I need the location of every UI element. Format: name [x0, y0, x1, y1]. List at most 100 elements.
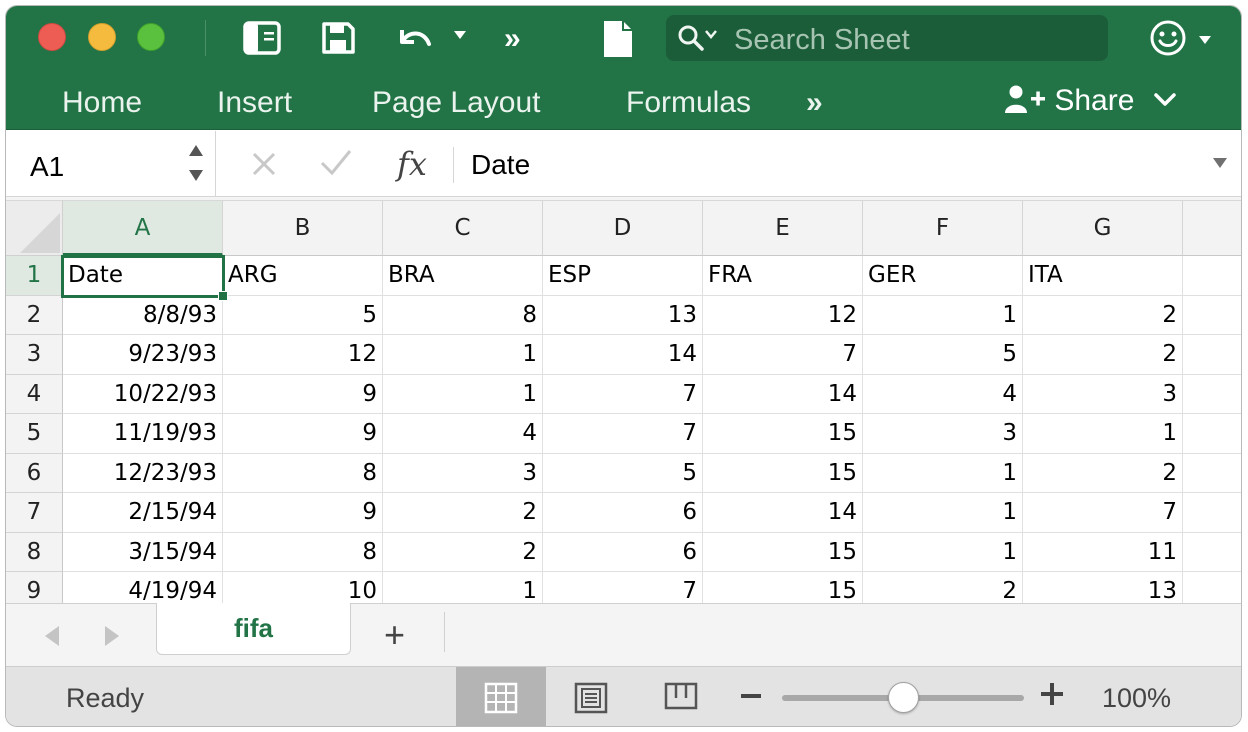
search-options-chevron-icon[interactable]: [704, 23, 718, 44]
share-button[interactable]: Share: [1004, 84, 1177, 118]
cell-g5[interactable]: 1: [1023, 414, 1183, 454]
cell-d7[interactable]: 6: [543, 493, 703, 533]
column-header-g[interactable]: G: [1023, 201, 1183, 256]
row-header-9[interactable]: 9: [6, 572, 63, 603]
cell-b9[interactable]: 10: [223, 572, 383, 603]
cell-c2[interactable]: 8: [383, 295, 543, 335]
add-sheet-button[interactable]: +: [384, 614, 405, 656]
zoom-level[interactable]: 100%: [1102, 683, 1171, 714]
cell-e2[interactable]: 12: [703, 295, 863, 335]
cell-c8[interactable]: 2: [383, 532, 543, 572]
document-icon[interactable]: [601, 18, 635, 65]
tab-page-layout[interactable]: Page Layout: [372, 86, 540, 120]
row-header-1[interactable]: 1: [6, 256, 63, 296]
feedback-smiley-icon[interactable]: [1148, 18, 1188, 63]
column-header-empty[interactable]: [1183, 201, 1241, 256]
cell-empty[interactable]: [1183, 533, 1241, 572]
confirm-edit-icon[interactable]: [319, 147, 353, 185]
column-header-d[interactable]: D: [543, 201, 703, 256]
cell-a2[interactable]: 8/8/93: [63, 295, 223, 335]
column-header-f[interactable]: F: [863, 201, 1023, 256]
cell-d5[interactable]: 7: [543, 414, 703, 454]
row-header-2[interactable]: 2: [6, 295, 63, 335]
close-window-button[interactable]: [38, 23, 66, 51]
cell-c7[interactable]: 2: [383, 493, 543, 533]
sidebar-toggle-icon[interactable]: [242, 20, 282, 61]
insert-function-icon[interactable]: fx: [397, 145, 427, 183]
cell-d1[interactable]: ESP: [543, 256, 703, 296]
cell-c6[interactable]: 3: [383, 453, 543, 493]
cell-f9[interactable]: 2: [863, 572, 1023, 603]
cancel-edit-icon[interactable]: [249, 149, 279, 187]
cell-a6[interactable]: 12/23/93: [63, 453, 223, 493]
row-header-6[interactable]: 6: [6, 453, 63, 493]
column-header-c[interactable]: C: [383, 201, 543, 256]
expand-formula-bar-icon[interactable]: [1211, 153, 1229, 176]
select-all-corner[interactable]: [6, 201, 63, 256]
cell-empty[interactable]: [1183, 414, 1241, 454]
cell-empty[interactable]: [1183, 256, 1241, 296]
cell-g6[interactable]: 2: [1023, 453, 1183, 493]
cell-g3[interactable]: 2: [1023, 335, 1183, 375]
next-sheet-icon[interactable]: [102, 624, 122, 654]
page-layout-view-button[interactable]: [546, 667, 636, 726]
cell-c1[interactable]: BRA: [383, 256, 543, 296]
row-header-5[interactable]: 5: [6, 414, 63, 454]
cell-b8[interactable]: 8: [223, 532, 383, 572]
cell-a3[interactable]: 9/23/93: [63, 335, 223, 375]
cell-empty[interactable]: [1183, 335, 1241, 375]
cell-c5[interactable]: 4: [383, 414, 543, 454]
cell-g8[interactable]: 11: [1023, 532, 1183, 572]
column-header-e[interactable]: E: [703, 201, 863, 256]
cell-d4[interactable]: 7: [543, 374, 703, 414]
cell-e9[interactable]: 15: [703, 572, 863, 603]
previous-sheet-icon[interactable]: [42, 624, 62, 654]
cell-e3[interactable]: 7: [703, 335, 863, 375]
formula-input[interactable]: Date: [471, 149, 530, 181]
tab-insert[interactable]: Insert: [217, 86, 292, 120]
more-toolbar-icon[interactable]: »: [504, 22, 521, 56]
tab-formulas[interactable]: Formulas: [626, 86, 751, 120]
cell-e5[interactable]: 15: [703, 414, 863, 454]
name-box[interactable]: A1: [6, 131, 216, 197]
cell-a1[interactable]: Date: [63, 256, 223, 296]
row-header-8[interactable]: 8: [6, 532, 63, 572]
cell-f3[interactable]: 5: [863, 335, 1023, 375]
cell-b2[interactable]: 5: [223, 295, 383, 335]
cell-f7[interactable]: 1: [863, 493, 1023, 533]
cell-b1[interactable]: ARG: [223, 256, 383, 296]
cell-empty[interactable]: [1183, 572, 1241, 603]
cell-f8[interactable]: 1: [863, 532, 1023, 572]
cell-d3[interactable]: 14: [543, 335, 703, 375]
row-header-3[interactable]: 3: [6, 335, 63, 375]
normal-view-button[interactable]: [456, 667, 546, 726]
search-sheet-field[interactable]: Search Sheet: [666, 15, 1108, 61]
zoom-slider-handle[interactable]: [888, 682, 919, 713]
cell-g1[interactable]: ITA: [1023, 256, 1183, 296]
cell-g7[interactable]: 7: [1023, 493, 1183, 533]
cell-c3[interactable]: 1: [383, 335, 543, 375]
cell-b3[interactable]: 12: [223, 335, 383, 375]
save-icon[interactable]: [320, 20, 356, 61]
cell-d6[interactable]: 5: [543, 453, 703, 493]
cell-e1[interactable]: FRA: [703, 256, 863, 296]
cell-e4[interactable]: 14: [703, 374, 863, 414]
feedback-dropdown-icon[interactable]: [1198, 32, 1212, 50]
cell-a4[interactable]: 10/22/93: [63, 374, 223, 414]
zoom-out-button[interactable]: [740, 679, 762, 716]
cell-g2[interactable]: 2: [1023, 295, 1183, 335]
cell-f2[interactable]: 1: [863, 295, 1023, 335]
cell-g4[interactable]: 3: [1023, 374, 1183, 414]
cell-a7[interactable]: 2/15/94: [63, 493, 223, 533]
cell-empty[interactable]: [1183, 296, 1241, 335]
cell-d9[interactable]: 7: [543, 572, 703, 603]
cell-f4[interactable]: 4: [863, 374, 1023, 414]
cell-b6[interactable]: 8: [223, 453, 383, 493]
cell-g9[interactable]: 13: [1023, 572, 1183, 603]
cell-empty[interactable]: [1183, 375, 1241, 414]
cell-f5[interactable]: 3: [863, 414, 1023, 454]
fill-handle[interactable]: [218, 290, 228, 301]
name-box-stepper-icon[interactable]: [186, 141, 206, 190]
undo-dropdown-icon[interactable]: [452, 28, 468, 46]
minimize-window-button[interactable]: [88, 23, 116, 51]
